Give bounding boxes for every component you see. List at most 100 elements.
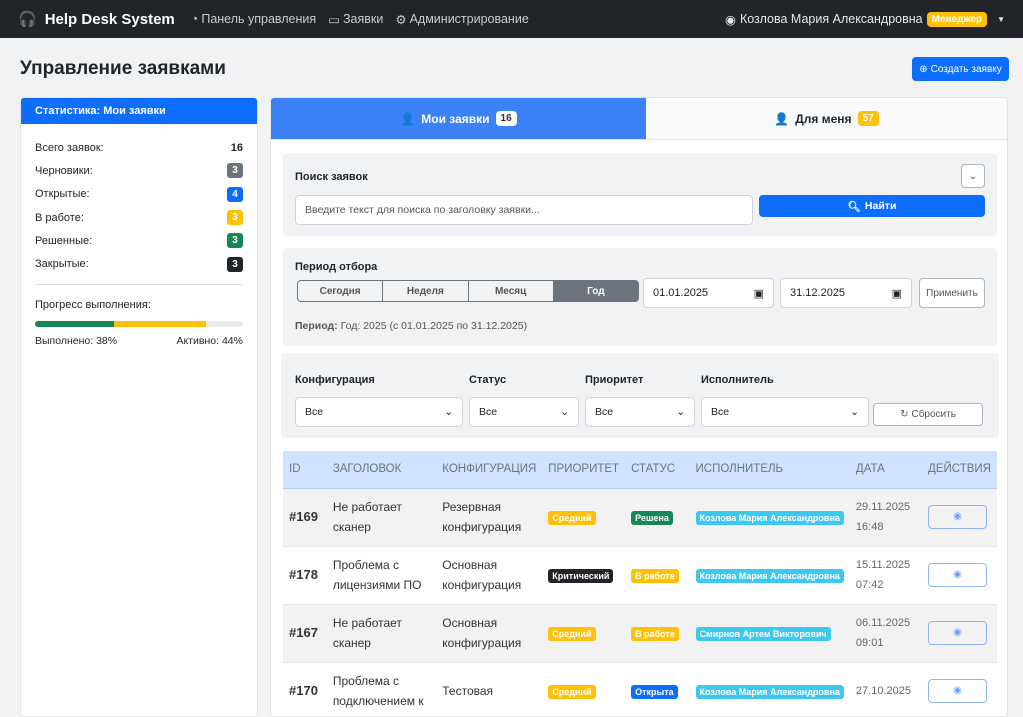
apply-button[interactable]: Применить xyxy=(919,278,985,308)
table-row[interactable]: #169 Не работает сканер Резервная конфиг… xyxy=(283,488,997,547)
stat-row: Черновики: 3 xyxy=(21,159,257,182)
collapse-button[interactable]: ⌄ xyxy=(961,164,985,188)
table-row[interactable]: #178 Проблема с лицензиями ПО Основная к… xyxy=(283,546,997,605)
stat-label: Всего заявок: xyxy=(35,141,104,154)
table-row[interactable]: #170 Проблема с подключением к Тестовая … xyxy=(283,662,997,716)
ticket-date: 27.10.2025 xyxy=(855,685,911,697)
tab-label: Для меня xyxy=(795,111,852,126)
tab-for-me[interactable]: 👤 Для меня 57 xyxy=(646,98,1007,139)
filter-label: Конфигурация xyxy=(295,374,375,386)
ticket-id[interactable]: #169 xyxy=(283,488,327,547)
reset-button[interactable]: ↻ Сбросить xyxy=(873,403,983,426)
tab-count: 57 xyxy=(857,111,879,126)
ticket-config: Резервная конфигурация xyxy=(436,488,543,547)
view-button[interactable]: ◉ xyxy=(928,505,988,529)
stat-value: 16 xyxy=(230,141,243,154)
headset-icon: 🎧 xyxy=(18,11,37,28)
brand-label: Help Desk System xyxy=(44,10,175,28)
view-button[interactable]: ◉ xyxy=(928,679,988,703)
summary-label: Период: xyxy=(295,320,338,332)
summary-value: Год: 2025 (с 01.01.2025 по 31.12.2025) xyxy=(340,320,528,332)
column-header[interactable]: ID xyxy=(283,451,327,489)
period-label: Период отбора xyxy=(295,261,378,273)
ticket-time: 16:48 xyxy=(855,521,884,533)
ticket-time: 09:01 xyxy=(855,637,884,649)
eye-icon: ◉ xyxy=(953,627,962,638)
column-header[interactable]: ДАТА xyxy=(849,451,923,489)
user-icon: ◉ xyxy=(725,12,736,27)
eye-icon: ◉ xyxy=(953,511,962,522)
user-menu[interactable]: ◉ Козлова Мария Александровна Менеджер ▼ xyxy=(725,11,1005,27)
filter-select[interactable]: Все ⌄ xyxy=(701,397,869,427)
date-to-input[interactable]: 31.12.2025 ▣ xyxy=(780,278,912,308)
filters-section: ↻ Сбросить Конфигурация Все ⌄ Статус Все ⌄ Прио… xyxy=(281,353,999,438)
stat-total: Всего заявок: 16 xyxy=(21,136,257,159)
brand[interactable]: 🎧 Help Desk System xyxy=(18,10,175,29)
dashboard-icon: ◔ xyxy=(190,12,199,26)
filter-label: Приоритет xyxy=(585,374,644,386)
priority-badge: Средний xyxy=(548,510,596,525)
ticket-title: Не работает сканер xyxy=(326,488,437,547)
ticket-id[interactable]: #178 xyxy=(283,546,327,605)
column-header[interactable]: ПРИОРИТЕТ xyxy=(542,451,626,489)
nav-tickets[interactable]: ▭ Заявки xyxy=(328,12,383,27)
search-icon: 🔍︎ xyxy=(847,200,861,213)
period-selector: Сегодня Неделя Месяц Год xyxy=(297,280,639,302)
chevron-down-icon: ⌄ xyxy=(560,406,569,418)
column-header[interactable]: ДЕЙСТВИЯ xyxy=(922,451,997,489)
ticket-title: Проблема с лицензиями ПО xyxy=(326,546,437,605)
ticket-config: Основная конфигурация xyxy=(436,604,543,663)
stat-count-badge: 3 xyxy=(227,210,243,226)
progress-label: Прогресс выполнения: xyxy=(35,298,151,311)
gear-icon: ⚙ xyxy=(395,12,407,27)
main-panel: 👤 Мои заявки 16 👤 Для меня 57 Поиск заявок ⌄… xyxy=(270,97,1008,717)
reset-icon: ↻ xyxy=(900,409,909,420)
reset-label: Сбросить xyxy=(911,409,956,420)
eye-icon: ◉ xyxy=(953,569,962,580)
ticket-id[interactable]: #170 xyxy=(283,662,327,716)
user-name: Козлова Мария Александровна xyxy=(739,12,923,26)
active-text: Активно: 44% xyxy=(176,334,243,347)
search-input[interactable]: Введите текст для поиска по заголовку за… xyxy=(295,195,753,225)
view-button[interactable]: ◉ xyxy=(928,563,988,587)
priority-badge: Средний xyxy=(548,684,596,699)
tickets-table: ID ЗАГОЛОВОК КОНФИГУРАЦИЯ ПРИОРИТЕТ СТАТУС ИС… xyxy=(283,451,997,716)
tab-my-tickets[interactable]: 👤 Мои заявки 16 xyxy=(271,98,646,139)
column-header[interactable]: СТАТУС xyxy=(625,451,690,489)
search-button-label: Найти xyxy=(864,200,897,212)
create-ticket-button[interactable]: ⊕ Создать заявку xyxy=(912,57,1009,81)
period-week[interactable]: Неделя xyxy=(383,281,469,301)
nav-admin[interactable]: ⚙ Администрирование xyxy=(395,12,528,27)
plus-circle-icon: ⊕ xyxy=(919,63,928,75)
role-badge: Менеджер xyxy=(926,11,988,27)
period-month[interactable]: Месяц xyxy=(469,281,554,301)
filter-select[interactable]: Все ⌄ xyxy=(469,397,579,427)
column-header[interactable]: ЗАГОЛОВОК xyxy=(326,451,437,489)
ticket-date: 29.11.2025 xyxy=(855,501,911,513)
calendar-icon: ▣ xyxy=(753,287,764,300)
tab-count: 16 xyxy=(495,111,517,126)
ticket-id[interactable]: #167 xyxy=(283,604,327,663)
nav-dashboard[interactable]: ◔ Панель управления xyxy=(191,12,316,26)
filter-select[interactable]: Все ⌄ xyxy=(585,397,695,427)
period-summary: Период: Год: 2025 (с 01.01.2025 по 31.12… xyxy=(295,320,527,332)
table-row[interactable]: #167 Не работает сканер Основная конфигу… xyxy=(283,604,997,663)
filter-select[interactable]: Все ⌄ xyxy=(295,397,463,427)
view-button[interactable]: ◉ xyxy=(928,621,988,645)
stat-label: Открытые: xyxy=(35,188,90,201)
period-today[interactable]: Сегодня xyxy=(298,281,384,301)
search-button[interactable]: 🔍︎ Найти xyxy=(759,195,985,217)
ticket-time: 07:42 xyxy=(855,579,884,591)
date-from-input[interactable]: 01.01.2025 ▣ xyxy=(643,278,774,308)
scrollbar[interactable] xyxy=(1011,38,1023,702)
period-year[interactable]: Год xyxy=(553,281,638,301)
stats-title: Статистика: Мои заявки xyxy=(21,98,257,124)
date-to-value: 31.12.2025 xyxy=(790,287,846,299)
ticket-icon: ▭ xyxy=(328,12,340,27)
assignee-badge: Смирнов Артем Викторович xyxy=(695,626,831,641)
chevron-down-icon: ⌄ xyxy=(968,170,978,182)
column-header[interactable]: ИСПОЛНИТЕЛЬ xyxy=(689,451,850,489)
column-header[interactable]: КОНФИГУРАЦИЯ xyxy=(436,451,543,489)
user-icon: 👤 xyxy=(774,111,790,126)
nav-label: Заявки xyxy=(342,12,384,26)
